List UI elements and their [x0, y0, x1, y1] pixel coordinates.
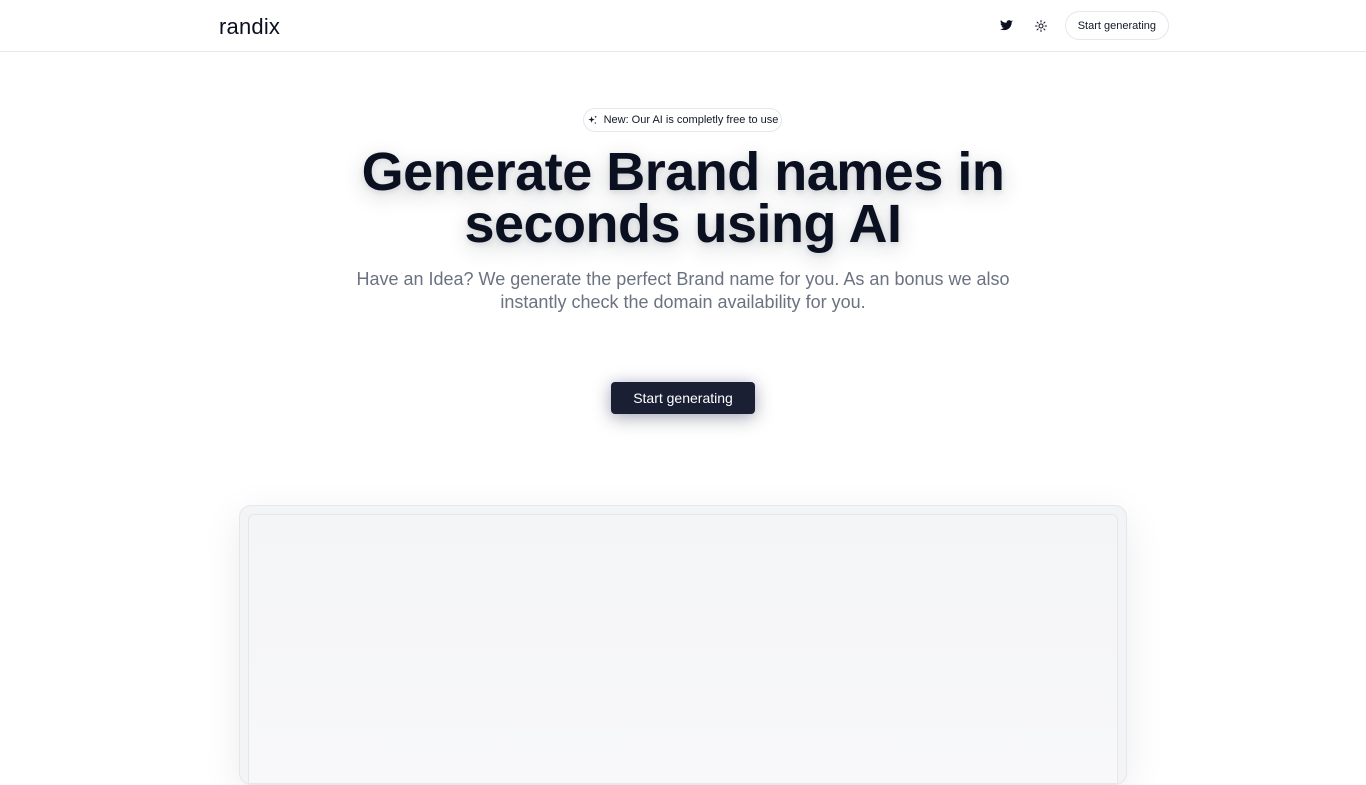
hero-subtitle: Have an Idea? We generate the perfect Br…	[333, 268, 1033, 314]
hero-subtitle-line-1: Have an Idea? We generate the perfect Br…	[356, 269, 1010, 289]
twitter-icon[interactable]	[997, 16, 1017, 36]
hero-title-line-1: Generate Brand names in	[361, 142, 1005, 202]
sparkles-icon	[587, 114, 598, 126]
app-preview-frame	[239, 505, 1127, 785]
hero-title: Generate Brand names in seconds using AI	[283, 145, 1083, 251]
header-start-generating-button[interactable]: Start generating	[1064, 11, 1169, 40]
app-preview-screen	[248, 514, 1118, 784]
announcement-badge[interactable]: New: Our AI is completly free to use	[583, 108, 782, 132]
hero-subtitle-line-2: instantly check the domain availability …	[500, 292, 866, 312]
hero-title-line-2: seconds using AI	[464, 194, 902, 254]
sun-icon[interactable]	[1031, 16, 1051, 36]
badge-text: New: Our AI is completly free to use	[603, 114, 779, 126]
hero-start-generating-button[interactable]: Start generating	[611, 382, 755, 414]
top-navbar: randix Start generating	[0, 0, 1366, 52]
nav-actions: Start generating	[997, 11, 1169, 40]
logo[interactable]: randix	[219, 14, 280, 40]
